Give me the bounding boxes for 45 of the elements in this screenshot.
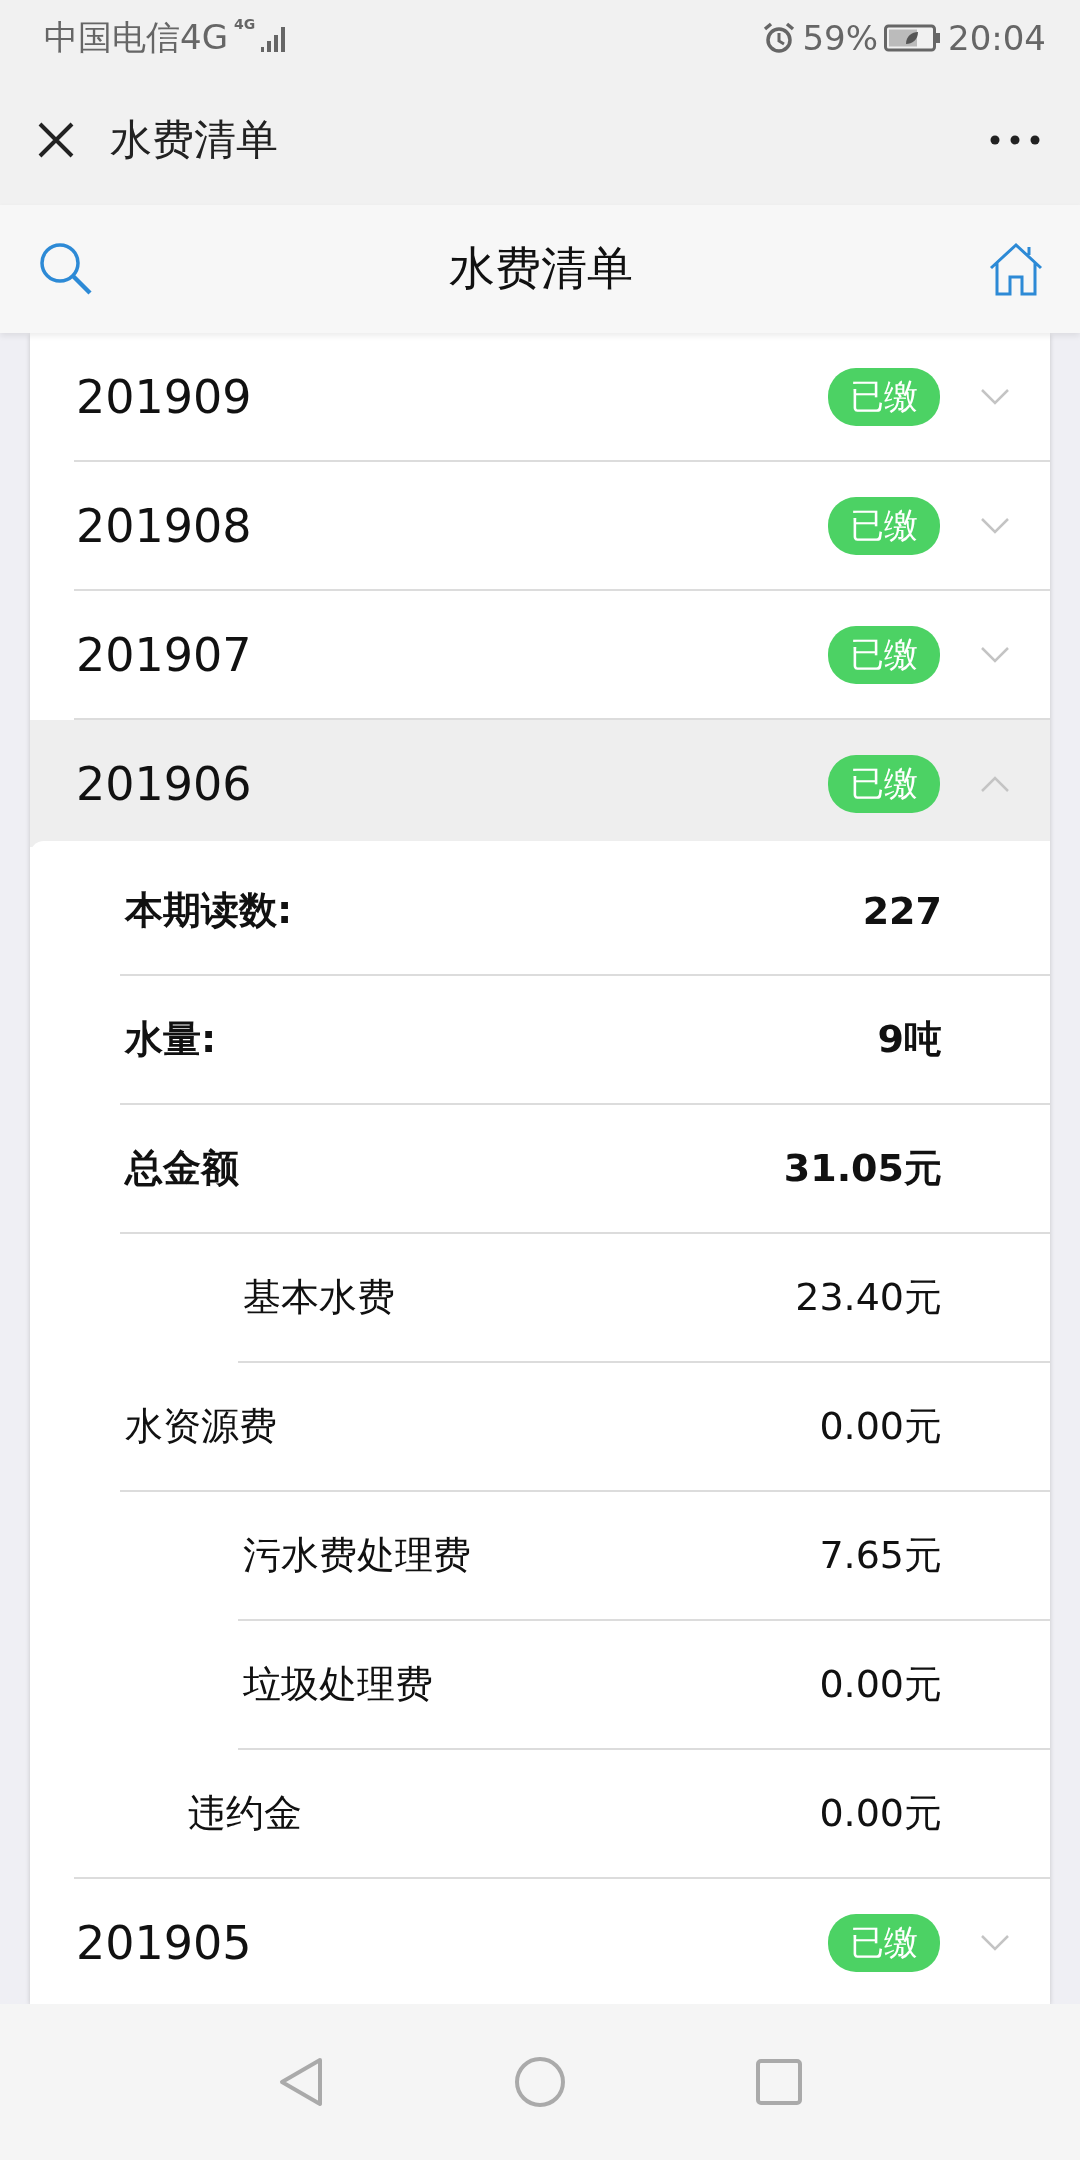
paid-badge: 已缴 xyxy=(828,1913,940,1972)
fee-value: 0.00元 xyxy=(819,1403,942,1450)
fee-value: 7.65元 xyxy=(819,1532,942,1579)
month-row[interactable]: 201909 已缴 xyxy=(30,333,1050,460)
battery-icon xyxy=(884,23,942,52)
fee-label: 垃圾处理费 xyxy=(243,1661,433,1708)
page-title: 水费清单 xyxy=(449,240,633,297)
fee-value: 0.00元 xyxy=(819,1790,942,1837)
chevron-up-icon[interactable] xyxy=(980,774,1010,793)
fee-label: 污水费处理费 xyxy=(243,1532,471,1579)
paid-badge: 已缴 xyxy=(828,754,940,813)
fee-value: 227 xyxy=(862,888,942,933)
paid-badge: 已缴 xyxy=(828,625,940,684)
network-type: 4G xyxy=(234,16,256,32)
chevron-down-icon[interactable] xyxy=(980,645,1010,664)
fee-value: 31.05元 xyxy=(783,1145,942,1192)
chevron-down-icon[interactable] xyxy=(980,387,1010,406)
more-icon[interactable] xyxy=(990,135,1040,145)
paid-badge: 已缴 xyxy=(828,496,940,555)
fee-label: 本期读数: xyxy=(125,887,293,934)
back-icon[interactable] xyxy=(278,2056,324,2108)
chevron-down-icon[interactable] xyxy=(980,516,1010,535)
fee-label: 总金额 xyxy=(125,1145,239,1192)
fee-value: 23.40元 xyxy=(795,1274,942,1321)
carrier-name: 中国电信4G xyxy=(44,15,228,59)
alarm-icon xyxy=(762,20,797,55)
paid-badge: 已缴 xyxy=(828,367,940,426)
home-icon[interactable] xyxy=(988,241,1044,297)
month-row[interactable]: 201907 已缴 xyxy=(30,591,1050,718)
home-circle-icon[interactable] xyxy=(514,2056,566,2108)
fee-value: 0.00元 xyxy=(819,1661,942,1708)
chevron-down-icon[interactable] xyxy=(980,1933,1010,1952)
battery-percent: 59% xyxy=(802,17,878,58)
fee-label: 基本水费 xyxy=(243,1274,395,1321)
fee-label: 水量: xyxy=(125,1016,217,1063)
fee-label: 违约金 xyxy=(188,1790,302,1837)
fee-value: 9吨 xyxy=(877,1016,942,1063)
clock-time: 20:04 xyxy=(948,17,1046,58)
recent-apps-icon[interactable] xyxy=(756,2059,802,2105)
window-title: 水费清单 xyxy=(110,114,278,166)
search-icon[interactable] xyxy=(38,241,94,297)
month-row[interactable]: 201908 已缴 xyxy=(30,462,1050,589)
month-row[interactable]: 201905 已缴 xyxy=(30,1879,1050,2006)
close-icon[interactable] xyxy=(36,120,76,160)
fee-label: 水资源费 xyxy=(125,1403,277,1450)
